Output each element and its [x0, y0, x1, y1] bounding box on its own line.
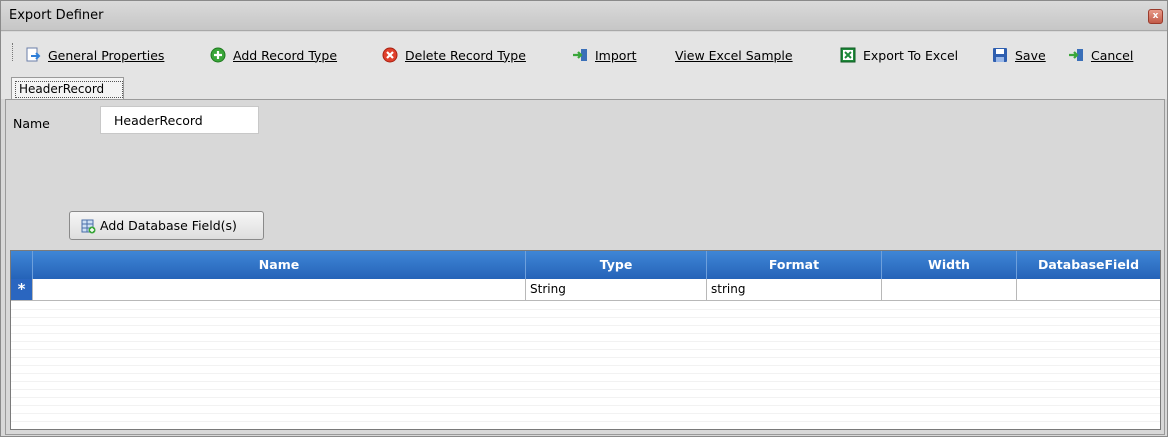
close-button[interactable]: x — [1148, 9, 1163, 24]
fields-grid: Name Type Format Width DatabaseField * S… — [10, 250, 1161, 430]
cell-type[interactable]: String — [526, 279, 707, 300]
red-x-circle-icon — [382, 47, 398, 63]
tab-label: HeaderRecord — [15, 81, 123, 98]
column-header-width[interactable]: Width — [882, 251, 1017, 279]
grid-header: Name Type Format Width DatabaseField — [11, 251, 1160, 279]
cell-width[interactable] — [882, 279, 1017, 300]
delete-record-type-label: Delete Record Type — [405, 47, 526, 63]
row-selector-header — [11, 251, 33, 279]
record-panel: Name Add Database Field(s) Name Type For… — [5, 99, 1165, 435]
floppy-disk-icon — [993, 48, 1007, 62]
database-add-icon — [81, 219, 96, 233]
cancel-arrow-icon — [1069, 49, 1083, 61]
grid-empty-area — [11, 302, 1160, 429]
toolbar-grip[interactable] — [12, 43, 14, 61]
column-header-format[interactable]: Format — [707, 251, 882, 279]
save-button[interactable]: Save — [992, 46, 1046, 64]
window-title: Export Definer — [9, 8, 104, 23]
add-database-fields-label: Add Database Field(s) — [100, 218, 237, 233]
import-label: Import — [595, 47, 637, 63]
cell-format[interactable]: string — [707, 279, 882, 300]
tab-headerrecord[interactable]: HeaderRecord — [11, 77, 124, 101]
view-excel-sample-button[interactable]: View Excel Sample — [675, 46, 793, 64]
title-bar: Export Definer x — [1, 1, 1167, 31]
page-arrow-icon — [26, 47, 41, 62]
toolbar: General Properties Add Record Type Delet… — [1, 32, 1167, 74]
excel-icon — [840, 47, 856, 63]
delete-record-type-button[interactable]: Delete Record Type — [382, 46, 526, 64]
column-header-type[interactable]: Type — [526, 251, 707, 279]
cell-databasefield[interactable] — [1017, 279, 1160, 300]
cell-name[interactable] — [33, 279, 526, 300]
export-to-excel-label: Export To Excel — [863, 47, 959, 63]
view-excel-sample-label: View Excel Sample — [675, 47, 793, 63]
record-name-input[interactable] — [100, 106, 259, 134]
table-row[interactable]: * String string — [11, 279, 1160, 301]
green-plus-circle-icon — [210, 47, 226, 63]
import-button[interactable]: Import — [572, 46, 637, 64]
cancel-label: Cancel — [1091, 47, 1134, 63]
new-row-marker[interactable]: * — [11, 279, 33, 300]
export-to-excel-button[interactable]: Export To Excel — [840, 46, 958, 64]
import-arrow-icon — [573, 49, 587, 61]
general-properties-button[interactable]: General Properties — [25, 46, 164, 64]
add-record-type-label: Add Record Type — [233, 47, 338, 63]
column-header-name[interactable]: Name — [33, 251, 526, 279]
cancel-button[interactable]: Cancel — [1068, 46, 1133, 64]
add-database-fields-button[interactable]: Add Database Field(s) — [69, 211, 264, 240]
name-label: Name — [13, 116, 50, 131]
record-type-tabs: HeaderRecord — [1, 74, 1167, 101]
save-label: Save — [1015, 47, 1046, 63]
export-definer-window: Export Definer x General Properties Add … — [0, 0, 1168, 437]
column-header-databasefield[interactable]: DatabaseField — [1017, 251, 1160, 279]
add-record-type-button[interactable]: Add Record Type — [210, 46, 337, 64]
general-properties-label: General Properties — [48, 47, 165, 63]
